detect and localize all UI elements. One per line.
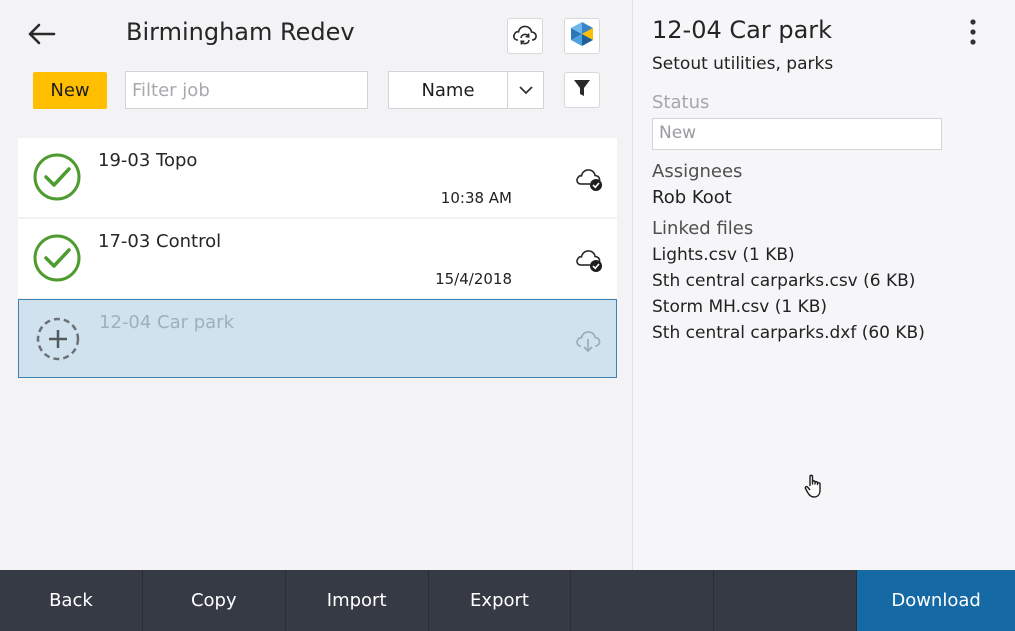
job-detail-pane: 12-04 Car park Setout utilities, parks S…	[633, 0, 1015, 570]
filter-button[interactable]	[564, 72, 600, 108]
hand-cursor-icon	[803, 472, 827, 500]
bottom-action-bar: Back Copy Import Export Download	[0, 570, 1015, 631]
job-name: 19-03 Topo	[98, 150, 198, 171]
sync-button[interactable]	[507, 18, 543, 54]
check-circle-icon	[32, 233, 82, 283]
job-name: 17-03 Control	[98, 231, 222, 252]
linked-file: Sth central carparks.dxf (60 KB)	[652, 323, 925, 343]
status-label: Status	[652, 92, 710, 113]
more-options-icon[interactable]	[958, 16, 988, 48]
new-job-status-icon	[33, 314, 83, 364]
linked-file: Sth central carparks.csv (6 KB)	[652, 271, 916, 291]
filter-job-input[interactable]	[125, 71, 368, 109]
copy-button[interactable]: Copy	[143, 570, 286, 631]
status-field[interactable]: New	[652, 118, 942, 150]
detail-subtitle: Setout utilities, parks	[652, 54, 834, 74]
funnel-icon	[572, 77, 592, 103]
sort-select[interactable]: Name	[388, 71, 544, 109]
download-button[interactable]: Download	[857, 570, 1015, 631]
detail-title: 12-04 Car park	[652, 16, 833, 44]
check-circle-icon	[32, 152, 82, 202]
empty-slot	[714, 570, 858, 631]
app-logo-icon	[567, 19, 597, 53]
job-row-selected[interactable]: 12-04 Car park	[18, 299, 617, 378]
cloud-synced-icon	[573, 243, 605, 275]
cloud-download-icon	[572, 324, 604, 356]
linked-file: Lights.csv (1 KB)	[652, 245, 795, 265]
sort-label: Name	[389, 72, 508, 108]
back-arrow-icon[interactable]	[22, 16, 62, 52]
back-button[interactable]: Back	[0, 570, 143, 631]
job-date: 15/4/2018	[435, 270, 512, 288]
project-title: Birmingham Redev	[126, 18, 355, 46]
linked-file: Storm MH.csv (1 KB)	[652, 297, 828, 317]
cloud-sync-icon	[511, 21, 539, 51]
export-button[interactable]: Export	[429, 570, 572, 631]
job-date: 10:38 AM	[440, 189, 512, 207]
assignee-name: Rob Koot	[652, 187, 732, 208]
assignees-label: Assignees	[652, 161, 743, 182]
job-name: 12-04 Car park	[99, 312, 235, 333]
job-row[interactable]: 19-03 Topo 10:38 AM	[18, 138, 617, 217]
new-job-button[interactable]: New	[33, 72, 107, 109]
job-list-pane: Birmingham Redev New Name	[0, 0, 632, 570]
job-row[interactable]: 17-03 Control 15/4/2018	[18, 219, 617, 298]
linked-files-label: Linked files	[652, 218, 754, 239]
connect-button[interactable]	[564, 18, 600, 54]
import-button[interactable]: Import	[286, 570, 429, 631]
chevron-down-icon[interactable]	[508, 72, 543, 108]
cloud-synced-icon	[573, 162, 605, 194]
empty-slot	[571, 570, 715, 631]
